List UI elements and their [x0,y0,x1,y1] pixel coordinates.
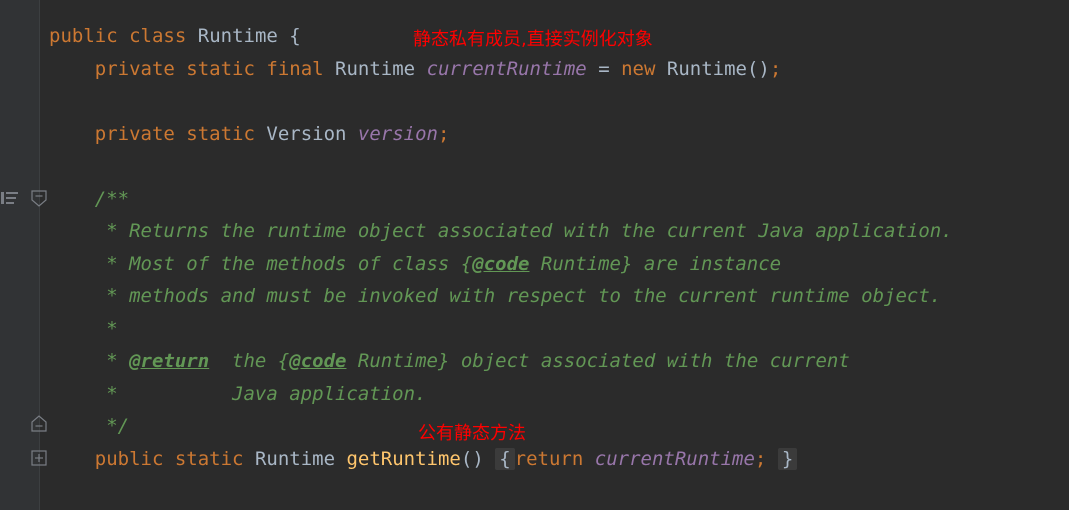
editor-gutter [0,0,39,510]
unfold-icon[interactable] [31,415,47,433]
semicolon: ; [438,123,450,145]
structure-icon[interactable] [0,189,20,207]
field-name: currentRuntime [426,58,587,80]
class-name: Runtime [197,25,278,47]
semicolon: ; [769,58,782,80]
constructor-call: Runtime() [666,58,770,80]
method-declaration-line[interactable]: public static Runtime getRuntime() {retu… [49,446,798,472]
doc-text: * [94,350,130,372]
doc-tag: @return [129,350,210,372]
doc-text: Runtime} are instance [529,253,782,275]
keyword: static [174,448,244,470]
keyword: static [186,123,255,145]
semicolon: ; [754,448,767,470]
field-declaration-line[interactable]: private static Version version; [49,121,450,147]
fold-icon[interactable] [31,189,47,207]
folded-brace-open[interactable]: { [495,448,515,470]
operator: = [598,58,610,80]
parens: () [460,448,484,470]
doc-text: /** [94,188,130,210]
type-name: Version [266,123,347,145]
annotation-public-static-method: 公有静态方法 [418,423,526,444]
javadoc-line[interactable]: * [49,316,118,342]
expand-icon[interactable] [31,450,47,466]
annotation-static-member: 静态私有成员,直接实例化对象 [413,29,653,50]
class-declaration-line[interactable]: public class Runtime { [49,23,301,49]
doc-text: the { [209,350,290,372]
keyword: new [621,58,656,80]
doc-text: * Returns the runtime object associated … [94,220,953,242]
keyword: final [266,58,324,80]
keyword: static [186,58,255,80]
folded-brace-close[interactable]: } [777,448,798,470]
type-name: Runtime [254,448,336,470]
doc-text: Runtime} object associated with the curr… [346,350,850,372]
doc-text: * methods and must be invoked with respe… [94,285,942,307]
javadoc-close[interactable]: */ [49,413,129,439]
javadoc-line[interactable]: * Java application. [49,381,427,407]
keyword: private [94,123,175,145]
keyword: public [94,448,164,470]
javadoc-open[interactable]: /** [49,186,129,212]
doc-text: * Java application. [94,383,427,405]
keyword: public [49,25,118,47]
doc-tag: @code [289,350,347,372]
gutter-divider [39,0,40,510]
javadoc-line[interactable]: * Returns the runtime object associated … [49,218,953,244]
javadoc-line[interactable]: * methods and must be invoked with respe… [49,283,941,309]
field-declaration-line[interactable]: private static final Runtime currentRunt… [49,56,782,82]
type-name: Runtime [335,58,416,80]
javadoc-line[interactable]: * @return the {@code Runtime} object ass… [49,348,850,374]
keyword: private [94,58,175,80]
field-name: currentRuntime [594,448,755,470]
brace: { [289,25,301,47]
field-name: version [357,123,438,145]
keyword: return [514,448,584,470]
doc-text: * [94,318,118,340]
doc-text: * Most of the methods of class { [94,253,473,275]
javadoc-line[interactable]: * Most of the methods of class {@code Ru… [49,251,781,277]
doc-tag: @code [472,253,530,275]
keyword: class [129,25,187,47]
doc-text: */ [94,415,130,437]
method-name: getRuntime [346,448,461,470]
